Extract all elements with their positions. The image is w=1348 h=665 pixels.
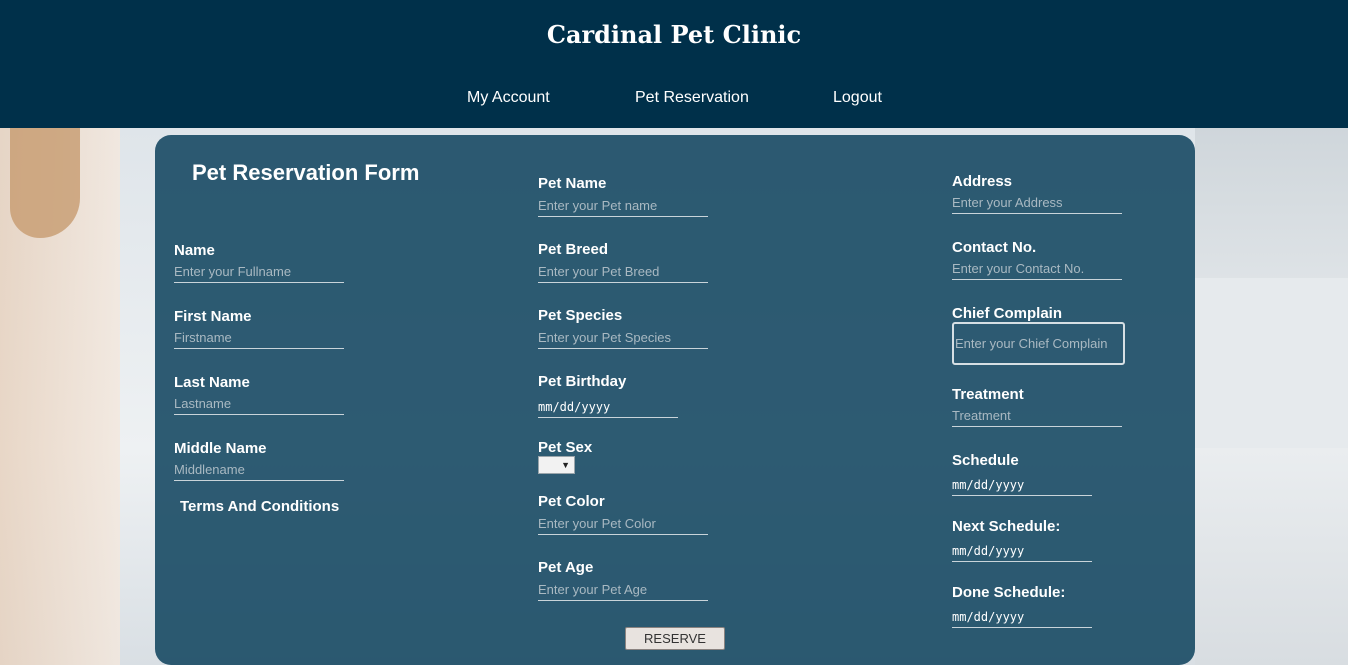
pet-age-field[interactable] <box>538 579 708 601</box>
chief-complain-field[interactable] <box>952 322 1125 365</box>
site-title: Cardinal Pet Clinic <box>546 20 802 49</box>
name-field[interactable] <box>174 261 344 283</box>
nav-logout[interactable]: Logout <box>833 89 882 107</box>
pet-name-field[interactable] <box>538 195 708 217</box>
pet-sex-label: Pet Sex <box>538 439 593 456</box>
pet-species-label: Pet Species <box>538 307 623 324</box>
first-name-label: First Name <box>174 308 252 325</box>
first-name-field[interactable] <box>174 327 344 349</box>
last-name-field[interactable] <box>174 393 344 415</box>
pet-breed-field[interactable] <box>538 261 708 283</box>
treatment-label: Treatment <box>952 386 1024 403</box>
pet-sex-select[interactable]: ▼ <box>538 456 575 474</box>
pet-age-label: Pet Age <box>538 559 594 576</box>
name-label: Name <box>174 242 215 259</box>
reserve-button[interactable]: RESERVE <box>625 627 725 650</box>
terms-link[interactable]: Terms And Conditions <box>180 498 339 515</box>
contact-field[interactable] <box>952 258 1122 280</box>
site-header: Cardinal Pet Clinic My Account Pet Reser… <box>0 0 1348 128</box>
next-schedule-field[interactable]: mm/dd/yyyy <box>952 540 1092 562</box>
last-name-label: Last Name <box>174 374 250 391</box>
nav-my-account[interactable]: My Account <box>467 89 550 107</box>
done-schedule-label: Done Schedule: <box>952 584 1066 601</box>
schedule-field[interactable]: mm/dd/yyyy <box>952 474 1092 496</box>
pet-breed-label: Pet Breed <box>538 241 609 258</box>
form-title: Pet Reservation Form <box>192 160 420 185</box>
pet-color-label: Pet Color <box>538 493 605 510</box>
pet-color-field[interactable] <box>538 513 708 535</box>
address-field[interactable] <box>952 192 1122 214</box>
pet-birthday-label: Pet Birthday <box>538 373 627 390</box>
reservation-form-panel: Pet Reservation Form Name First Name Las… <box>155 135 1195 665</box>
middle-name-label: Middle Name <box>174 440 267 457</box>
pet-name-label: Pet Name <box>538 175 607 192</box>
address-label: Address <box>952 173 1013 190</box>
next-schedule-label: Next Schedule: <box>952 518 1061 535</box>
chief-complain-label: Chief Complain <box>952 305 1063 322</box>
contact-label: Contact No. <box>952 239 1037 256</box>
middle-name-field[interactable] <box>174 459 344 481</box>
pet-birthday-field[interactable]: mm/dd/yyyy <box>538 396 678 418</box>
pet-species-field[interactable] <box>538 327 708 349</box>
schedule-label: Schedule <box>952 452 1019 469</box>
main-nav: My Account Pet Reservation Logout <box>0 89 1348 109</box>
triangle-down-icon: ▼ <box>561 460 570 470</box>
done-schedule-field[interactable]: mm/dd/yyyy <box>952 606 1092 628</box>
treatment-field[interactable] <box>952 405 1122 427</box>
nav-pet-reservation[interactable]: Pet Reservation <box>635 89 749 107</box>
